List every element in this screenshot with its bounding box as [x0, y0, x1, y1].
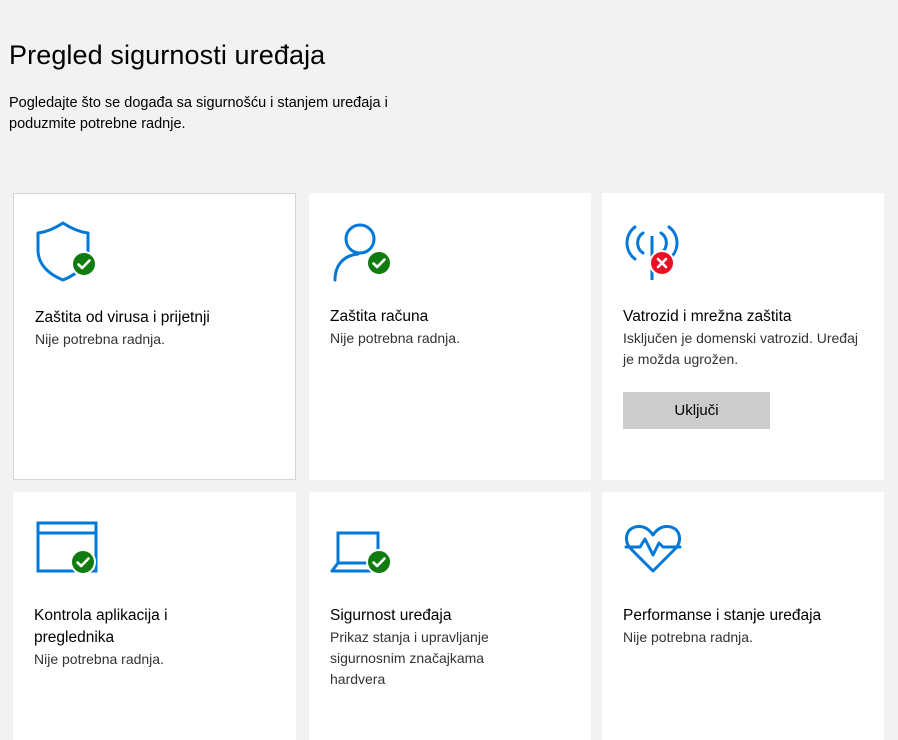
card-title: Performanse i stanje uređaja: [623, 607, 822, 624]
card-virus-threat-protection[interactable]: Zaštita od virusa i prijetnji Nije potre…: [13, 193, 296, 480]
card-firewall-network-protection[interactable]: Vatrozid i mrežna zaštita Isključen je d…: [602, 193, 884, 480]
card-device-security[interactable]: Sigurnost uređaja Prikaz stanja i upravl…: [309, 492, 591, 740]
card-status: Prikaz stanja i upravljanje sigurnosnim …: [330, 629, 489, 687]
card-account-protection[interactable]: Zaštita računa Nije potrebna radnja.: [309, 193, 591, 480]
card-status: Isključen je domenski vatrozid. Uređaj j…: [623, 330, 858, 367]
card-status: Nije potrebna radnja.: [623, 629, 753, 645]
check-badge-icon: [70, 549, 96, 575]
card-status: Nije potrebna radnja.: [35, 331, 165, 347]
card-status: Nije potrebna radnja.: [34, 651, 164, 667]
check-badge-icon: [366, 549, 392, 575]
card-status: Nije potrebna radnja.: [330, 330, 460, 346]
card-device-performance-health[interactable]: Performanse i stanje uređaja Nije potreb…: [602, 492, 884, 740]
card-title: Sigurnost uređaja: [330, 607, 452, 624]
heart-pulse-icon: [623, 517, 687, 581]
card-title: Zaštita računa: [330, 308, 429, 325]
card-title: Vatrozid i mrežna zaštita: [623, 308, 792, 325]
turn-on-button[interactable]: Uključi: [623, 392, 770, 429]
card-title: Zaštita od virusa i prijetnji: [35, 309, 210, 326]
card-title: Kontrola aplikacija i preglednika: [34, 607, 168, 646]
page-description: Pogledajte što se događa sa sigurnošću i…: [9, 95, 388, 132]
check-badge-icon: [71, 251, 97, 277]
error-badge-icon: [649, 250, 675, 276]
page-title: Pregled sigurnosti uređaja: [9, 40, 326, 70]
check-badge-icon: [366, 250, 392, 276]
card-app-browser-control[interactable]: Kontrola aplikacija i preglednika Nije p…: [13, 492, 296, 740]
